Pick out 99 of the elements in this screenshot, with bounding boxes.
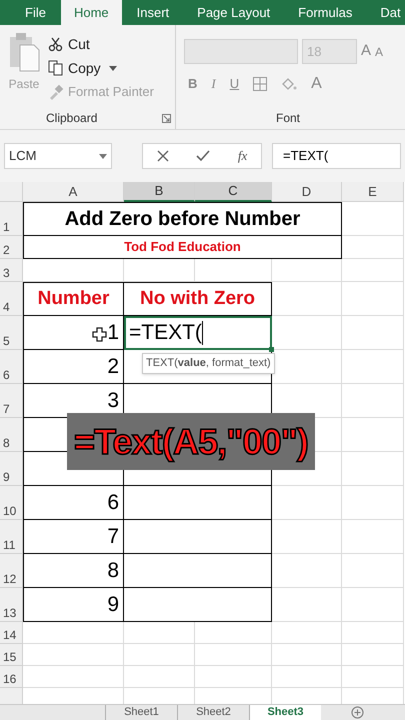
empty-cell — [272, 644, 342, 666]
dialog-launcher-icon[interactable] — [162, 114, 171, 122]
active-cell[interactable]: =TEXT( — [124, 316, 272, 350]
empty-cell — [124, 666, 195, 688]
group-label: Font — [276, 110, 300, 127]
italic-button[interactable]: I — [211, 74, 216, 94]
empty-cell — [124, 644, 195, 666]
sheet-tab[interactable]: Sheet3 — [249, 705, 321, 720]
table-cell: 1 — [23, 316, 124, 350]
cursor-plus-icon — [92, 327, 107, 342]
row-number: 4 — [3, 301, 10, 313]
title-cell: Add Zero before Number — [23, 202, 342, 236]
add-sheet-icon[interactable] — [351, 706, 364, 719]
row-number: 6 — [3, 369, 10, 381]
ribbon-tab[interactable]: Insert — [124, 0, 182, 25]
row-number: 14 — [3, 629, 16, 641]
empty-cell — [124, 622, 195, 644]
column-header[interactable]: B — [124, 182, 195, 202]
underline-button[interactable]: U — [230, 74, 240, 94]
empty-cell — [272, 316, 342, 350]
empty-cell — [124, 259, 195, 282]
empty-cell — [272, 520, 342, 554]
empty-cell — [342, 418, 404, 452]
confirm-check-icon[interactable] — [196, 150, 210, 162]
table-header-cell: Number — [23, 282, 124, 316]
copy-button[interactable]: Copy — [48, 57, 154, 79]
column-header[interactable]: D — [272, 182, 342, 202]
ribbon-tab[interactable]: Dat — [367, 0, 405, 25]
empty-cell — [342, 202, 404, 236]
row-number: 8 — [3, 437, 10, 449]
formula-field[interactable]: =TEXT( — [272, 143, 401, 169]
scissors-icon — [48, 36, 64, 52]
empty-cell — [342, 554, 404, 588]
ribbon-tab[interactable]: Formulas — [285, 0, 366, 25]
dropdown-caret-icon — [99, 154, 107, 158]
row-number: 12 — [3, 573, 16, 585]
row-number: 2 — [3, 244, 10, 256]
table-cell: 7 — [23, 520, 124, 554]
empty-cell — [342, 666, 404, 688]
row-number: 7 — [3, 403, 10, 415]
table-cell: 8 — [23, 554, 124, 588]
empty-cell — [342, 622, 404, 644]
row-number: 3 — [3, 267, 10, 279]
empty-cell — [342, 644, 404, 666]
dropdown-caret-icon[interactable] — [108, 66, 117, 70]
empty-cell — [342, 282, 404, 316]
empty-cell — [272, 622, 342, 644]
empty-cell — [342, 588, 404, 622]
group-label: Clipboard — [46, 110, 98, 127]
empty-cell — [272, 486, 342, 520]
row-number: 13 — [3, 607, 16, 619]
row-number: 16 — [3, 673, 16, 685]
empty-cell — [342, 259, 404, 282]
paint-bucket-icon[interactable] — [281, 77, 298, 91]
caption-overlay: =Text(A5,"00") — [67, 413, 315, 470]
grow-font-button[interactable]: A — [361, 40, 372, 63]
table-cell: 2 — [23, 350, 124, 384]
bold-button[interactable]: B — [188, 74, 198, 94]
row-number: 5 — [3, 335, 10, 347]
empty-cell — [272, 666, 342, 688]
cancel-icon[interactable] — [156, 150, 169, 162]
column-header[interactable]: A — [23, 182, 124, 202]
ribbon-tab[interactable]: Home — [60, 0, 122, 25]
row-number: 10 — [3, 505, 16, 517]
insert-function-button[interactable]: fx — [238, 146, 248, 166]
sheet-tab[interactable]: Sheet1 — [105, 705, 177, 720]
shrink-font-button[interactable]: A — [375, 42, 384, 60]
empty-cell — [342, 452, 404, 486]
empty-cell — [342, 520, 404, 554]
empty-cell — [342, 236, 404, 259]
row-number: 1 — [3, 221, 10, 233]
table-cell: 9 — [23, 588, 124, 622]
table-cell: 6 — [23, 486, 124, 520]
column-header[interactable]: E — [342, 182, 404, 202]
ribbon-tab[interactable]: File — [12, 0, 59, 25]
function-tooltip: TEXT(value, format_text) — [142, 353, 275, 374]
font-color-button[interactable]: A — [311, 72, 322, 96]
empty-cell — [272, 588, 342, 622]
font-name-field[interactable] — [184, 39, 298, 64]
paintbrush-icon — [48, 84, 64, 100]
empty-cell — [342, 350, 404, 384]
ribbon-tab[interactable]: Page Layout — [184, 0, 284, 25]
row-number: 11 — [3, 539, 16, 551]
table-header-cell: No with Zero — [124, 282, 272, 316]
empty-cell — [342, 316, 404, 350]
empty-cell — [272, 282, 342, 316]
clipboard-icon — [8, 31, 40, 73]
column-header[interactable]: C — [195, 182, 272, 202]
cut-button[interactable]: Cut — [48, 33, 154, 55]
name-box[interactable]: LCM — [4, 143, 112, 169]
empty-cell — [272, 259, 342, 282]
borders-icon[interactable] — [253, 77, 268, 91]
empty-cell — [272, 554, 342, 588]
empty-cell — [342, 384, 404, 418]
empty-cell — [342, 486, 404, 520]
subtitle-cell: Tod Fod Education — [23, 236, 342, 259]
row-number: 15 — [3, 651, 16, 663]
copy-icon — [48, 60, 64, 76]
row-number: 9 — [3, 471, 10, 483]
